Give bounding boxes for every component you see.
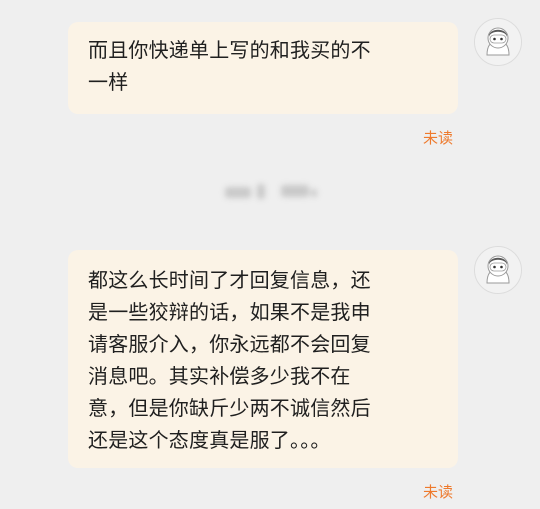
message-bubble-1[interactable]: 而且你快递单上写的和我买的不 一样: [68, 22, 458, 114]
astronaut-avatar-icon[interactable]: [474, 18, 522, 66]
avatar-2-graphic: [475, 247, 521, 293]
message-1-line-1: 而且你快递单上写的和我买的不: [88, 38, 371, 62]
blurred-timestamp: [225, 181, 320, 203]
message-2-line-5: 意，但是你缺斤少两不诚信然后: [88, 396, 371, 420]
unread-status-1: 未读: [423, 129, 454, 147]
message-2-line-3: 请客服介入，你永远都不会回复: [88, 332, 371, 356]
message-2-line-1: 都这么长时间了才回复信息，还: [88, 268, 371, 292]
avatar-1-graphic: [475, 19, 521, 65]
message-bubble-2[interactable]: 都这么长时间了才回复信息，还 是一些狡辩的话，如果不是我申 请客服介入，你永远都…: [68, 250, 458, 468]
message-1-line-2: 一样: [88, 70, 129, 94]
message-2-line-6: 还是这个态度真是服了。。。: [88, 428, 331, 452]
message-2-line-4: 消息吧。其实补偿多少我不在: [88, 364, 351, 388]
unread-status-2: 未读: [423, 483, 454, 501]
message-2-line-2: 是一些狡辩的话，如果不是我申: [88, 300, 371, 324]
astronaut-avatar-icon[interactable]: [474, 246, 522, 294]
